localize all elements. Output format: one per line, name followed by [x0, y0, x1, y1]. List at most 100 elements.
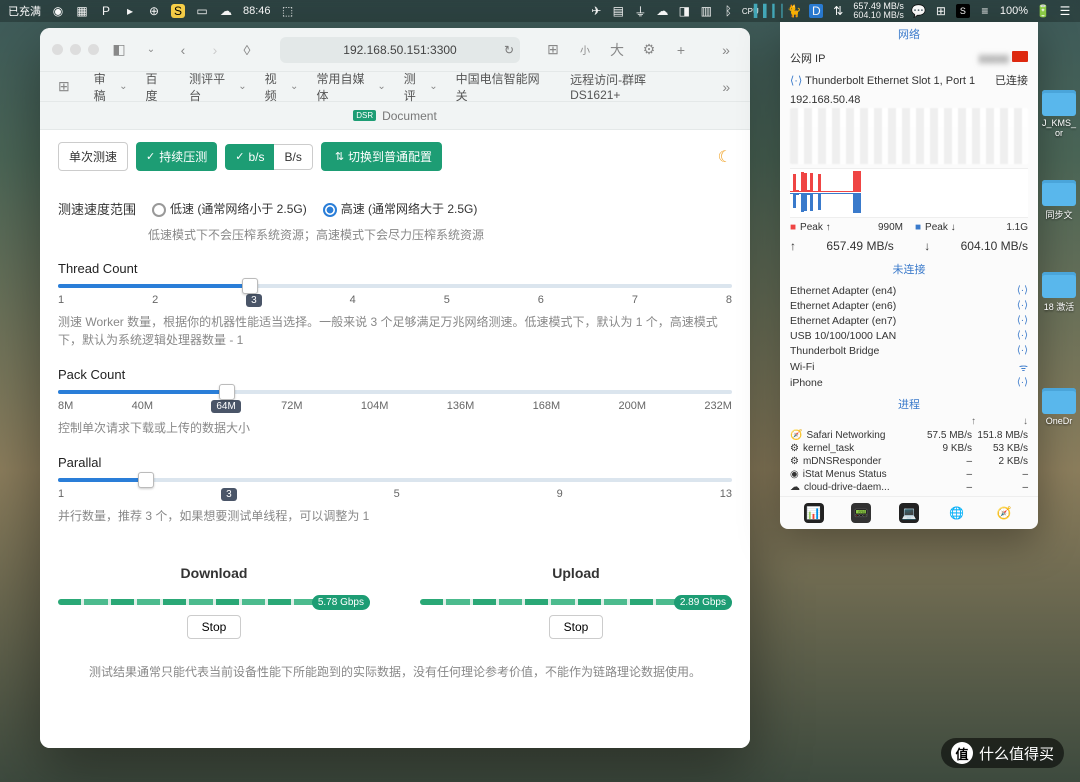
bookmark-item[interactable]: 视频 [265, 70, 299, 104]
app-icon[interactable]: ▭ [195, 4, 209, 18]
slider-ticks: 8M40M64M72M104M136M168M200M232M [58, 400, 732, 413]
shield-icon[interactable]: ◊ [235, 38, 259, 62]
dark-mode-icon[interactable]: ☾ [718, 147, 732, 167]
overflow-icon[interactable]: » [714, 75, 738, 99]
slider-title: Parallal [58, 455, 732, 470]
menu-icon[interactable]: ▤ [611, 4, 625, 18]
interface-item[interactable]: Ethernet Adapter (en4)⟨·⟩ [780, 283, 1038, 298]
slider-track[interactable] [58, 390, 732, 394]
window-controls[interactable] [52, 44, 99, 55]
section-title: 网络 [780, 22, 1038, 46]
menu-icon[interactable]: ▍▍▎▏ [765, 4, 779, 18]
bookmark-item[interactable]: 审稿 [94, 70, 128, 104]
upload-result: Upload 2.89 Gbps Stop [420, 565, 732, 639]
app-icon[interactable]: ▸ [123, 4, 137, 18]
slider-knob[interactable] [219, 384, 235, 400]
overflow-icon[interactable]: » [714, 38, 738, 62]
app-icon[interactable]: ⊕ [147, 4, 161, 18]
slider-knob[interactable] [138, 472, 154, 488]
dock-icon[interactable]: 📟 [851, 503, 871, 523]
result-title: Download [58, 565, 370, 581]
desktop-folder[interactable]: 同步文 [1040, 180, 1078, 221]
interface-item[interactable]: USB 10/100/1000 LAN⟨·⟩ [780, 328, 1038, 343]
slider-track[interactable] [58, 284, 732, 288]
grid-icon[interactable]: ⊞ [541, 38, 565, 62]
dock-icon[interactable]: 📊 [804, 503, 824, 523]
interface-item[interactable]: Thunderbolt Bridge⟨·⟩ [780, 343, 1038, 358]
bookmark-item[interactable]: 测评平台 [189, 70, 246, 104]
interface-item[interactable]: Ethernet Adapter (en7)⟨·⟩ [780, 313, 1038, 328]
gear-icon[interactable]: ⚙ [637, 38, 661, 62]
stop-button[interactable]: Stop [549, 615, 604, 639]
address-bar[interactable]: 192.168.50.151:3300 ↻ [280, 37, 520, 63]
text-large-icon[interactable]: 大 [605, 38, 629, 62]
interface-item[interactable]: iPhone⟨·⟩ [780, 375, 1038, 390]
process-list: 🧭Safari Networking57.5 MB/s151.8 MB/s ⚙k… [780, 427, 1038, 496]
menu-icon[interactable]: ⊞ [934, 4, 948, 18]
app-icon[interactable]: ⬚ [281, 4, 295, 18]
slider-track[interactable] [58, 478, 732, 482]
menu-icon[interactable]: ✈ [589, 4, 603, 18]
reload-icon[interactable]: ↻ [504, 43, 514, 57]
switch-config-button[interactable]: ⇅ 切换到普通配置 [321, 142, 442, 171]
desktop-folder[interactable]: OneDr [1040, 388, 1078, 426]
menu-icon[interactable]: ☰ [1058, 4, 1072, 18]
macos-menubar: 已充满 ◉ ▦ P ▸ ⊕ S ▭ ☁ 88:46 ⬚ ✈ ▤ ⏚ ☁ ◨ ▥ … [0, 0, 1080, 22]
menu-icon[interactable]: ☁ [655, 4, 669, 18]
sidebar-icon[interactable]: ◧ [107, 38, 131, 62]
menu-icon[interactable]: 🐈 [787, 4, 801, 18]
stop-button[interactable]: Stop [187, 615, 242, 639]
desktop-folder[interactable]: J_KMS_or [1040, 90, 1078, 138]
result-title: Upload [420, 565, 732, 581]
menu-icon[interactable]: S [956, 4, 970, 18]
tab-title: Document [382, 109, 437, 123]
continuous-test-button[interactable]: 持续压测 [136, 142, 217, 171]
clock: 88:46 [243, 5, 271, 17]
app-icon[interactable]: S [171, 4, 185, 18]
bookmark-item[interactable]: 测评 [404, 70, 438, 104]
chevron-down-icon[interactable]: ⌄ [139, 38, 163, 62]
tab-bar[interactable]: DSR Document [40, 102, 750, 130]
app-icon[interactable]: ▦ [75, 4, 89, 18]
high-speed-radio[interactable]: 高速 (通常网络大于 2.5G) [323, 200, 478, 217]
text-small-icon[interactable]: 小 [573, 38, 597, 62]
apps-icon[interactable]: ⊞ [52, 75, 76, 99]
desktop-folder[interactable]: 18 激活 [1040, 272, 1078, 313]
page-content: 单次测速 持续压测 b/s B/s ⇅ 切换到普通配置 ☾ 测速速度范围 低速 … [40, 130, 750, 748]
menu-icon[interactable]: ◨ [677, 4, 691, 18]
app-icon[interactable]: ◉ [51, 4, 65, 18]
low-speed-radio[interactable]: 低速 (通常网络小于 2.5G) [152, 200, 307, 217]
back-icon[interactable]: ‹ [171, 38, 195, 62]
dock-icon[interactable]: 💻 [899, 503, 919, 523]
process-item: ◉iStat Menus Status–– [790, 468, 1028, 481]
section-title: 未连接 [780, 257, 1038, 281]
dock-icon[interactable]: 🧭 [994, 503, 1014, 523]
bookmark-item[interactable]: 远程访问-群晖DS1621+ [570, 71, 696, 102]
app-icon[interactable]: ☁ [219, 4, 233, 18]
menu-icon[interactable]: ▥ [699, 4, 713, 18]
slider-knob[interactable] [242, 278, 258, 294]
app-icon[interactable]: P [99, 4, 113, 18]
slider-desc: 并行数量，推荐 3 个，如果想要测试单线程，可以调整为 1 [58, 507, 732, 525]
interface-item[interactable]: Ethernet Adapter (en6)⟨·⟩ [780, 298, 1038, 313]
slider-ticks: 135913 [58, 488, 732, 501]
bluetooth-icon[interactable]: ᛒ [721, 4, 735, 18]
single-test-button[interactable]: 单次测速 [58, 142, 128, 171]
interface-item[interactable]: Wi-Fiᯤ [780, 358, 1038, 375]
menu-icon[interactable]: ⇅ [831, 4, 845, 18]
bookmark-item[interactable]: 百度 [145, 70, 171, 104]
safari-toolbar: ◧ ⌄ ‹ › ◊ 192.168.50.151:3300 ↻ ⊞ 小 大 ⚙ … [40, 28, 750, 72]
plus-icon[interactable]: + [669, 38, 693, 62]
dock-icon[interactable]: 🌐 [947, 503, 967, 523]
menu-icon[interactable]: ⏚ [633, 4, 647, 18]
bps-off-button[interactable]: B/s [274, 144, 312, 170]
tab-favicon: DSR [353, 110, 376, 121]
bookmark-item[interactable]: 常用自媒体 [316, 70, 385, 104]
menu-icon[interactable]: D [809, 4, 823, 18]
menu-icon[interactable]: ≡ [978, 4, 992, 18]
wechat-icon[interactable]: 💬 [912, 4, 926, 18]
interface-row[interactable]: ⟨·⟩ Thunderbolt Ethernet Slot 1, Port 1 … [780, 70, 1038, 92]
bookmark-item[interactable]: 中国电信智能网关 [456, 70, 552, 104]
bps-on-button[interactable]: b/s [225, 144, 274, 170]
forward-icon[interactable]: › [203, 38, 227, 62]
